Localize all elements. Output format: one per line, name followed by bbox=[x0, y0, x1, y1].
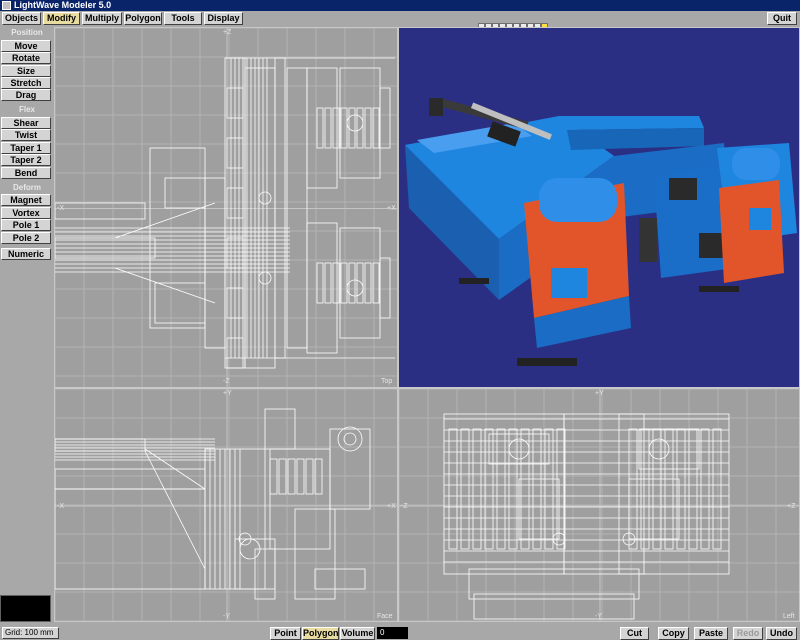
group-header-deform: Deform bbox=[12, 183, 41, 192]
axis-label: -Z bbox=[401, 503, 408, 510]
axis-label: +X bbox=[387, 503, 396, 510]
bend-button[interactable]: Bend bbox=[1, 167, 51, 179]
status-bar: Grid: 100 mm Point Polygon Volume 0 Cut … bbox=[0, 626, 800, 640]
undo-button[interactable]: Undo bbox=[766, 627, 797, 640]
viewport-name: Top bbox=[381, 378, 393, 385]
window-title: LightWave Modeler 5.0 bbox=[14, 0, 112, 10]
axis-label: -Z bbox=[223, 378, 230, 385]
tab-objects[interactable]: Objects bbox=[2, 12, 41, 25]
title-bar: LightWave Modeler 5.0 bbox=[0, 0, 800, 11]
tab-multiply[interactable]: Multiply bbox=[82, 12, 122, 25]
tab-tools[interactable]: Tools bbox=[164, 12, 202, 25]
top-wireframe bbox=[55, 28, 397, 387]
viewport-name: Left bbox=[783, 613, 795, 620]
tab-polygon[interactable]: Polygon bbox=[124, 12, 162, 25]
axis-label: -X bbox=[57, 205, 64, 212]
grid-size-label: Grid: 100 mm bbox=[2, 627, 59, 639]
tab-modify[interactable]: Modify bbox=[43, 12, 80, 25]
viewport-name: Face bbox=[377, 613, 393, 620]
numeric-button[interactable]: Numeric bbox=[1, 248, 51, 260]
drag-button[interactable]: Drag bbox=[1, 89, 51, 101]
size-button[interactable]: Size bbox=[1, 65, 51, 77]
axis-label: -X bbox=[57, 503, 64, 510]
viewport-face[interactable]: +Y -Y -X +X Face bbox=[54, 388, 398, 622]
axis-label: +Z bbox=[223, 29, 232, 36]
move-button[interactable]: Move bbox=[1, 40, 51, 52]
left-wireframe bbox=[399, 389, 799, 621]
axis-label: -Y bbox=[223, 613, 230, 620]
viewport-perspective[interactable] bbox=[398, 27, 800, 388]
pole-2-button[interactable]: Pole 2 bbox=[1, 232, 51, 244]
axis-label: +Z bbox=[787, 503, 796, 510]
taper-2-button[interactable]: Taper 2 bbox=[1, 154, 51, 166]
app-icon bbox=[2, 1, 11, 10]
shear-button[interactable]: Shear bbox=[1, 117, 51, 129]
vortex-button[interactable]: Vortex bbox=[1, 207, 51, 219]
axis-label: -Y bbox=[595, 613, 602, 620]
polygon-mode-button[interactable]: Polygon bbox=[302, 627, 339, 640]
volume-mode-button[interactable]: Volume bbox=[340, 627, 375, 640]
copy-button[interactable]: Copy bbox=[658, 627, 689, 640]
group-header-position: Position bbox=[11, 28, 43, 37]
taper-1-button[interactable]: Taper 1 bbox=[1, 142, 51, 154]
tab-display[interactable]: Display bbox=[204, 12, 243, 25]
rotate-button[interactable]: Rotate bbox=[1, 52, 51, 64]
axis-label: +Y bbox=[223, 390, 232, 397]
axis-label: +X bbox=[387, 205, 396, 212]
machine-render bbox=[405, 98, 797, 366]
top-toolbar: Objects Modify Multiply Polygon Tools Di… bbox=[0, 11, 800, 34]
group-header-flex: Flex bbox=[18, 105, 35, 114]
viewport-top[interactable]: +Z -Z -X +X Top bbox=[54, 27, 398, 388]
paste-button[interactable]: Paste bbox=[694, 627, 728, 640]
cut-button[interactable]: Cut bbox=[620, 627, 649, 640]
pole-1-button[interactable]: Pole 1 bbox=[1, 219, 51, 231]
magnet-button[interactable]: Magnet bbox=[1, 194, 51, 206]
viewport-left[interactable]: +Y -Y -Z +Z Left bbox=[398, 388, 800, 622]
face-wireframe bbox=[55, 389, 397, 621]
selection-count: 0 bbox=[377, 627, 408, 639]
color-preview bbox=[0, 595, 51, 622]
axis-label: +Y bbox=[595, 390, 604, 397]
redo-button[interactable]: Redo bbox=[733, 627, 763, 640]
stretch-button[interactable]: Stretch bbox=[1, 77, 51, 89]
tool-sidebar: Position Move Rotate Size Stretch Drag F… bbox=[0, 27, 54, 594]
twist-button[interactable]: Twist bbox=[1, 129, 51, 141]
quit-button[interactable]: Quit bbox=[767, 12, 797, 25]
point-mode-button[interactable]: Point bbox=[270, 627, 301, 640]
